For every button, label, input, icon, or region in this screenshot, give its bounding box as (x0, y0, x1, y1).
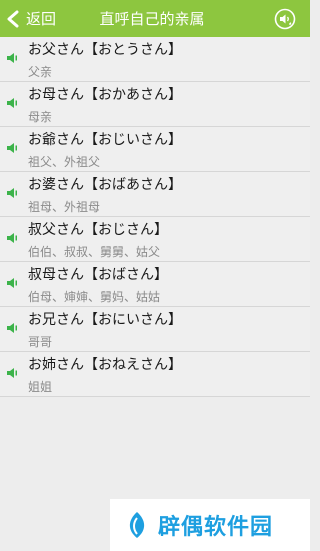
japanese-term: 叔父さん【おじさん】 (28, 222, 168, 238)
japanese-term: お婆さん【おばあさん】 (28, 177, 182, 193)
list-item[interactable]: お爺さん【おじいさん】 祖父、外祖父 (0, 127, 310, 172)
list-item[interactable]: お母さん【おかあさん】 母亲 (0, 82, 310, 127)
speaker-icon[interactable] (6, 142, 18, 154)
japanese-term: お爺さん【おじいさん】 (28, 132, 182, 148)
speaker-icon[interactable] (6, 277, 18, 289)
speaker-icon[interactable] (6, 187, 18, 199)
list-item[interactable]: お父さん【おとうさん】 父亲 (0, 37, 310, 82)
watermark-text: 辟偶软件园 (158, 515, 274, 540)
japanese-term: お姉さん【おねえさん】 (28, 357, 182, 373)
chinese-meaning: 父亲 (28, 65, 53, 79)
kinship-list: お父さん【おとうさん】 父亲 お母さん【おかあさん】 母亲 お爺さん【おじいさん… (0, 37, 310, 397)
list-item[interactable]: 叔母さん【おばさん】 伯母、婶婶、舅妈、姑姑 (0, 262, 310, 307)
list-item[interactable]: お婆さん【おばあさん】 祖母、外祖母 (0, 172, 310, 217)
speaker-icon[interactable] (6, 322, 18, 334)
watermark: 辟偶软件园 (110, 499, 310, 551)
speaker-icon[interactable] (6, 232, 18, 244)
page-title: 直呼自己的亲属 (99, 10, 205, 28)
list-item[interactable]: お姉さん【おねえさん】 姐姐 (0, 352, 310, 397)
japanese-term: お兄さん【おにいさん】 (28, 312, 182, 328)
japanese-term: 叔母さん【おばさん】 (28, 267, 168, 283)
japanese-term: お母さん【おかあさん】 (28, 87, 182, 103)
japanese-term: お父さん【おとうさん】 (28, 42, 182, 58)
chinese-meaning: 祖母、外祖母 (28, 200, 101, 214)
list-item[interactable]: お兄さん【おにいさん】 哥哥 (0, 307, 310, 352)
chinese-meaning: 姐姐 (28, 380, 53, 394)
speaker-icon[interactable] (6, 52, 18, 64)
chinese-meaning: 哥哥 (28, 335, 53, 349)
chinese-meaning: 母亲 (28, 110, 53, 124)
list-item[interactable]: 叔父さん【おじさん】 伯伯、叔叔、舅舅、姑父 (0, 217, 310, 262)
chinese-meaning: 祖父、外祖父 (28, 155, 101, 169)
audio-settings-icon[interactable] (274, 8, 296, 30)
speaker-icon[interactable] (6, 367, 18, 379)
chinese-meaning: 伯母、婶婶、舅妈、姑姑 (28, 290, 161, 304)
chinese-meaning: 伯伯、叔叔、舅舅、姑父 (28, 245, 161, 259)
leaf-logo-icon (129, 512, 145, 538)
speaker-icon[interactable] (6, 97, 18, 109)
header-bar: 返回 直呼自己的亲属 (0, 0, 310, 37)
